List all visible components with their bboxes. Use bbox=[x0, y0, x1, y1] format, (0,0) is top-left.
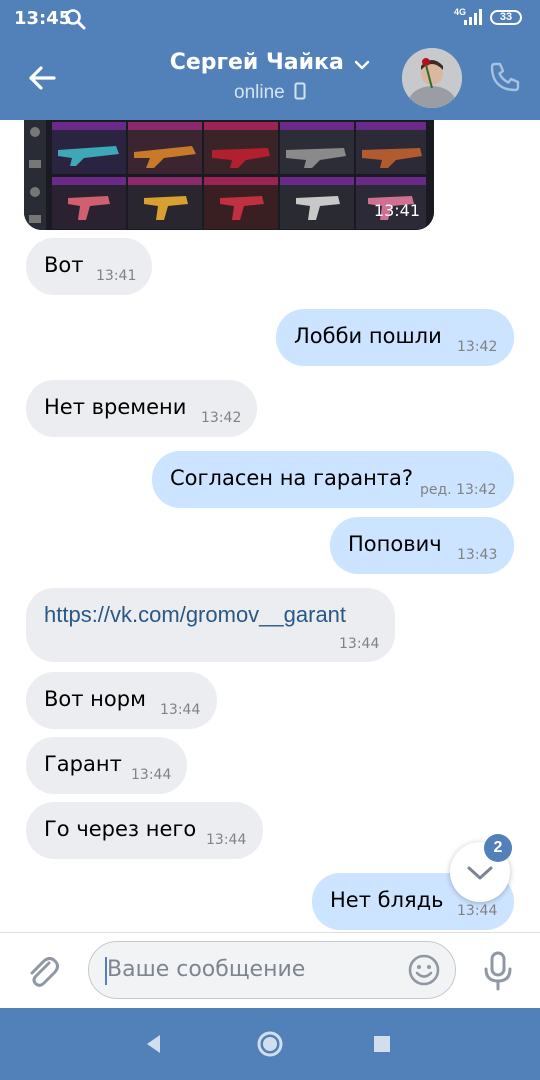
message-time: 13:44 bbox=[160, 702, 201, 718]
nav-recents-icon[interactable] bbox=[366, 1028, 398, 1060]
message-incoming[interactable]: Вот 13:41 bbox=[26, 238, 152, 295]
message-incoming[interactable]: Нет времени 13:42 bbox=[26, 380, 257, 437]
message-text: Го через него bbox=[44, 817, 197, 841]
battery-level: 33 bbox=[499, 11, 513, 23]
message-text: Гарант bbox=[44, 752, 122, 776]
inventory-screenshot-image bbox=[24, 120, 434, 230]
battery-icon: 33 bbox=[490, 10, 522, 25]
message-link[interactable]: https://vk.com/gromov__garant bbox=[44, 602, 346, 628]
message-incoming[interactable]: Гарант 13:44 bbox=[26, 737, 187, 794]
message-outgoing[interactable]: Попович 13:43 bbox=[330, 517, 514, 574]
system-navigation-bar bbox=[0, 1008, 540, 1080]
message-time: 13:41 bbox=[96, 268, 137, 284]
status-time: 13:45 bbox=[14, 8, 72, 29]
paperclip-icon[interactable] bbox=[22, 951, 62, 991]
message-text: Согласен на гаранта? bbox=[170, 466, 414, 490]
image-message[interactable]: 13:41 bbox=[24, 120, 434, 230]
message-text: Вот норм bbox=[44, 687, 146, 711]
phone-icon[interactable] bbox=[488, 60, 522, 94]
search-icon bbox=[65, 9, 86, 30]
message-text: Лобби пошли bbox=[294, 324, 442, 348]
message-incoming[interactable]: https://vk.com/gromov__garant 13:44 bbox=[26, 588, 395, 662]
online-status-label: online bbox=[234, 82, 285, 103]
message-incoming[interactable]: Го через него 13:44 bbox=[26, 802, 263, 859]
chevron-down-icon bbox=[355, 60, 370, 69]
message-time: 13:44 bbox=[457, 903, 498, 919]
message-composer: Ваше сообщение bbox=[0, 933, 540, 1008]
nav-back-icon[interactable] bbox=[138, 1028, 170, 1060]
message-text: Нет блядь bbox=[330, 888, 444, 912]
message-time: 13:42 bbox=[457, 339, 498, 355]
message-input[interactable]: Ваше сообщение bbox=[88, 941, 456, 999]
message-text: Нет времени bbox=[44, 395, 187, 419]
message-outgoing[interactable]: Лобби пошли 13:42 bbox=[276, 309, 514, 366]
unread-count-badge: 2 bbox=[484, 834, 512, 862]
message-list[interactable]: 13:41 Вот 13:41 Лобби пошли 13:42 Нет вр… bbox=[0, 120, 540, 932]
smile-icon[interactable] bbox=[407, 953, 441, 987]
message-text: Вот bbox=[44, 253, 84, 277]
message-text: Попович bbox=[348, 532, 442, 556]
avatar[interactable] bbox=[402, 48, 462, 108]
message-incoming[interactable]: Вот норм 13:44 bbox=[26, 672, 217, 729]
message-time: 13:42 bbox=[201, 410, 242, 426]
avatar-photo bbox=[402, 48, 462, 108]
message-time: 13:43 bbox=[457, 547, 498, 563]
message-time: ред. 13:42 bbox=[420, 482, 497, 498]
message-outgoing[interactable]: Согласен на гаранта? ред. 13:42 bbox=[152, 451, 514, 508]
nav-home-icon[interactable] bbox=[254, 1028, 286, 1060]
mobile-icon bbox=[294, 82, 306, 100]
signal-icon bbox=[464, 9, 482, 25]
chat-header: Сергей Чайка online bbox=[0, 36, 540, 120]
message-time: 13:44 bbox=[131, 767, 172, 783]
contact-name: Сергей Чайка bbox=[169, 50, 344, 75]
message-time: 13:44 bbox=[339, 636, 380, 652]
status-bar: 13:45 4G 33 bbox=[0, 0, 540, 36]
message-time: 13:44 bbox=[206, 832, 247, 848]
message-input-placeholder: Ваше сообщение bbox=[107, 957, 306, 982]
image-message-time: 13:41 bbox=[373, 201, 420, 220]
microphone-icon[interactable] bbox=[478, 949, 518, 993]
